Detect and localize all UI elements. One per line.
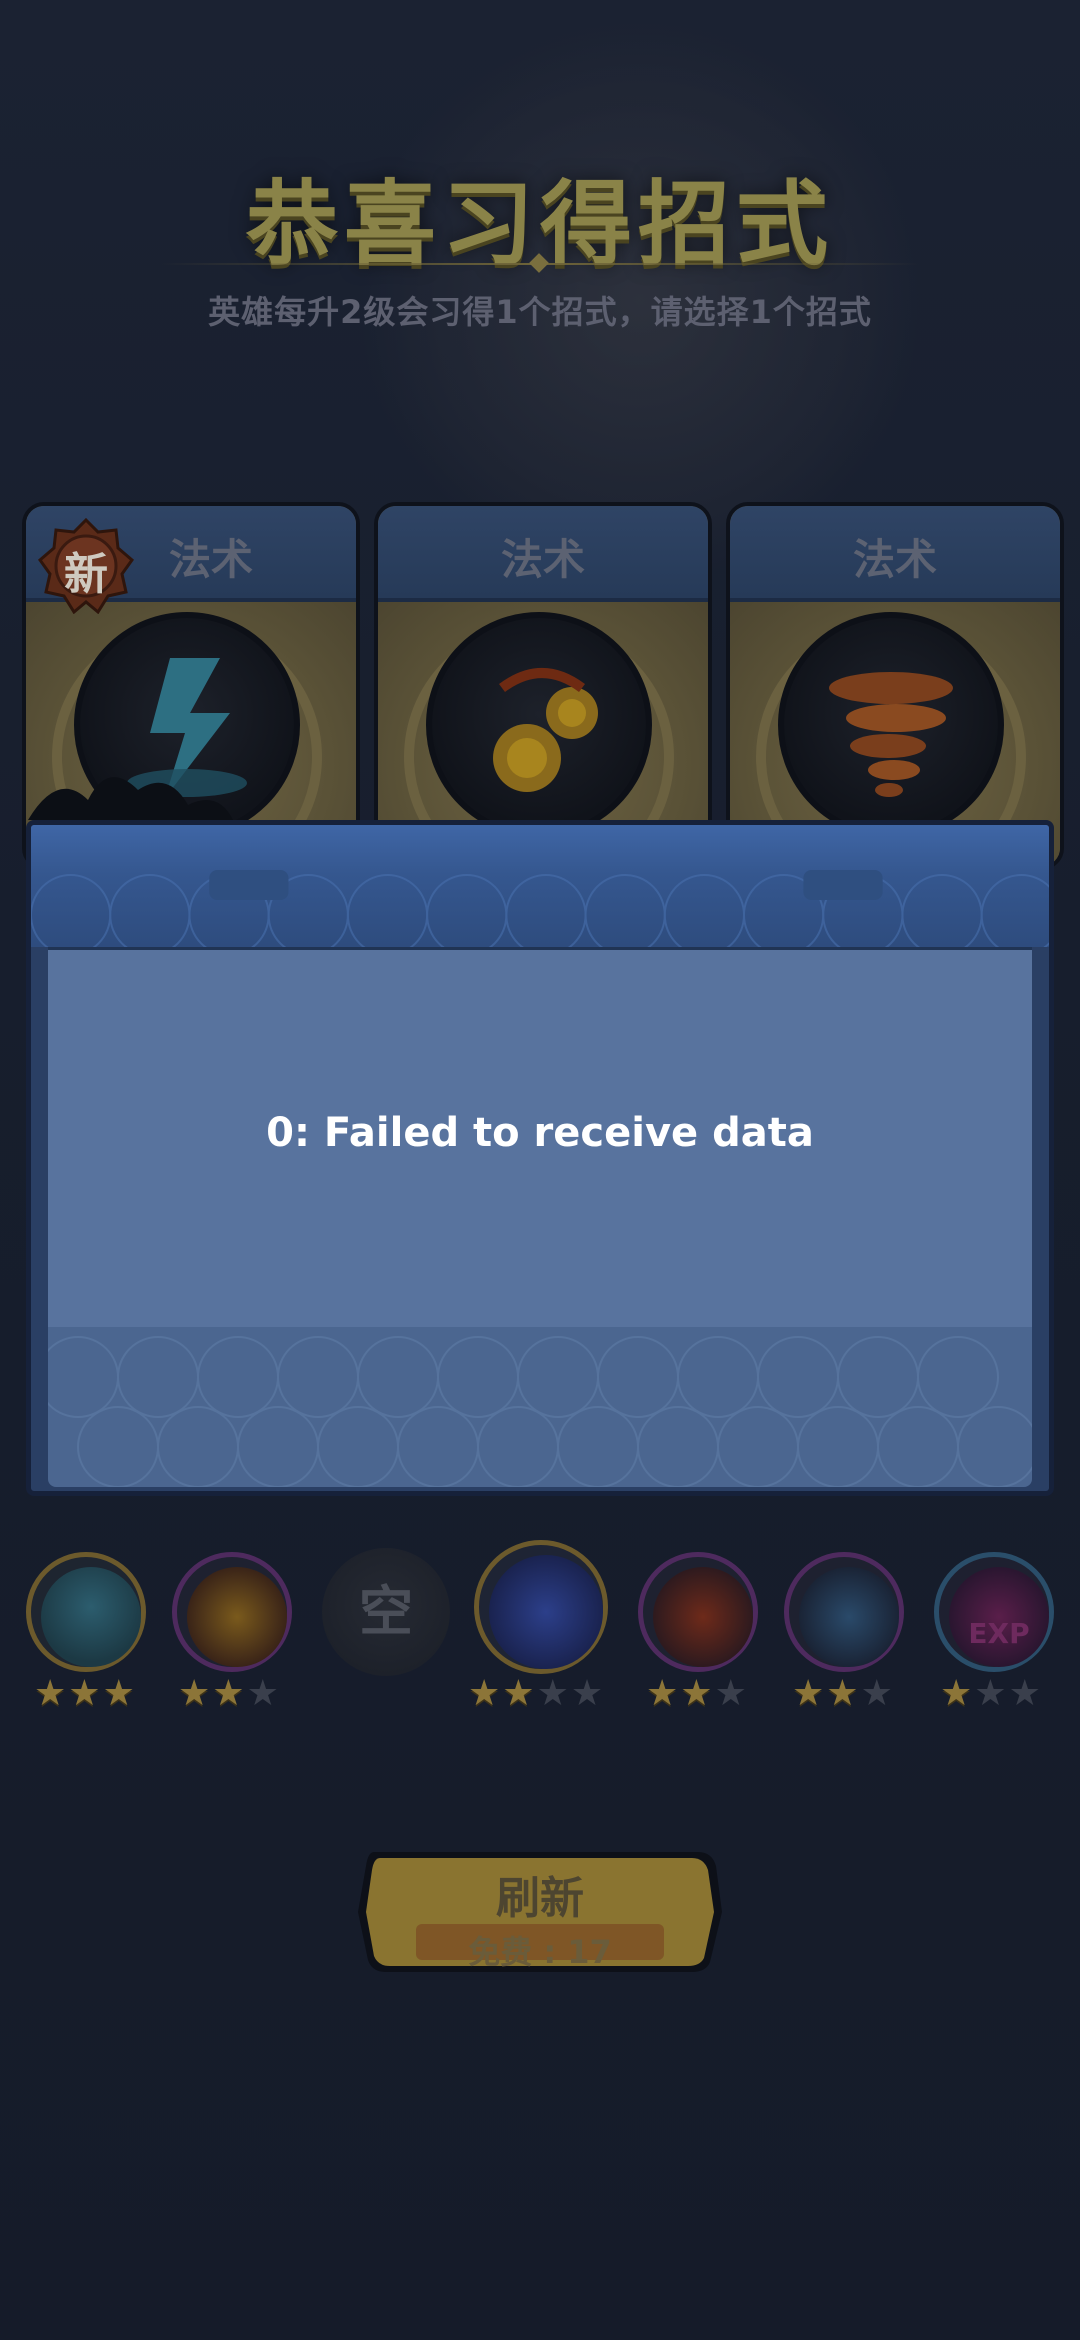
star-icon: ★ (570, 1673, 604, 1714)
star-icon: ★ (102, 1673, 135, 1714)
fireball-skill-icon (187, 1567, 287, 1667)
star-icon: ★ (212, 1673, 245, 1714)
skill-5-stars: ★ ★ ★ (792, 1676, 893, 1712)
star-icon: ★ (178, 1673, 211, 1714)
skill-6-stars: ★ ★ ★ (940, 1676, 1041, 1712)
star-icon: ★ (680, 1673, 713, 1714)
star-icon: ★ (714, 1673, 747, 1714)
skill-slot-3[interactable] (474, 1540, 608, 1674)
pumpkin-skill-icon (41, 1567, 141, 1667)
star-icon: ★ (536, 1673, 569, 1714)
star-icon: ★ (940, 1673, 973, 1714)
skill-3-stars: ★ ★ ★ ★ (468, 1676, 603, 1712)
star-icon: ★ (34, 1673, 67, 1714)
free-refresh-count: 免费 : 17 (468, 1933, 612, 1971)
dialog-body: 0: Failed to receive data (48, 947, 1032, 1330)
card-type-label: 法术 (500, 535, 585, 584)
exp-skill-icon: EXP (949, 1567, 1049, 1667)
star-icon: ★ (68, 1673, 101, 1714)
error-message: 0: Failed to receive data (266, 1110, 814, 1156)
exp-label: EXP (968, 1617, 1030, 1650)
tornado-spell-icon (778, 612, 1004, 838)
refresh-button-label: 刷新 (496, 1873, 584, 1924)
dialog-header-pattern (31, 870, 1049, 947)
fireball-spell-icon (426, 612, 652, 838)
star-icon: ★ (1008, 1673, 1041, 1714)
skill-slot-5[interactable] (784, 1552, 904, 1672)
error-dialog: 0: Failed to receive data (26, 820, 1054, 1496)
star-icon: ★ (974, 1673, 1007, 1714)
star-icon: ★ (646, 1673, 679, 1714)
star-icon: ★ (792, 1673, 825, 1714)
game-screen: 恭喜习得招式 英雄每升2级会习得1个招式，请选择1个招式 法术 新 法术 法术 … (0, 0, 1080, 2340)
skill-4-stars: ★ ★ ★ (646, 1676, 747, 1712)
shield-orbit-skill-icon (799, 1567, 899, 1667)
card-header: 法术 (730, 506, 1060, 602)
skill-slot-6[interactable]: EXP (934, 1552, 1054, 1672)
blue-flame-skill-icon (489, 1555, 603, 1669)
star-icon: ★ (246, 1673, 279, 1714)
skill-slot-2[interactable] (172, 1552, 292, 1672)
star-icon: ★ (468, 1673, 501, 1714)
skill-slot-1[interactable] (26, 1552, 146, 1672)
star-icon: ★ (826, 1673, 859, 1714)
dialog-footer (37, 1327, 1039, 1488)
new-badge-label: 新 (64, 549, 108, 600)
explosion-skill-icon (653, 1567, 753, 1667)
card-header: 法术 (378, 506, 708, 602)
skill-slot-4[interactable] (638, 1552, 758, 1672)
skill-2-stars: ★ ★ ★ (178, 1676, 279, 1712)
dialog-footer-pattern (37, 1336, 1039, 1488)
dialog-header (31, 825, 1049, 947)
card-type-label: 法术 (852, 535, 937, 584)
star-icon: ★ (860, 1673, 893, 1714)
skill-1-stars: ★ ★ ★ (34, 1676, 135, 1712)
ink-splash-decoration (28, 777, 233, 820)
star-icon: ★ (502, 1673, 535, 1714)
page-subtitle: 英雄每升2级会习得1个招式，请选择1个招式 (208, 293, 872, 331)
empty-skill-slot[interactable]: 空 (322, 1548, 450, 1676)
